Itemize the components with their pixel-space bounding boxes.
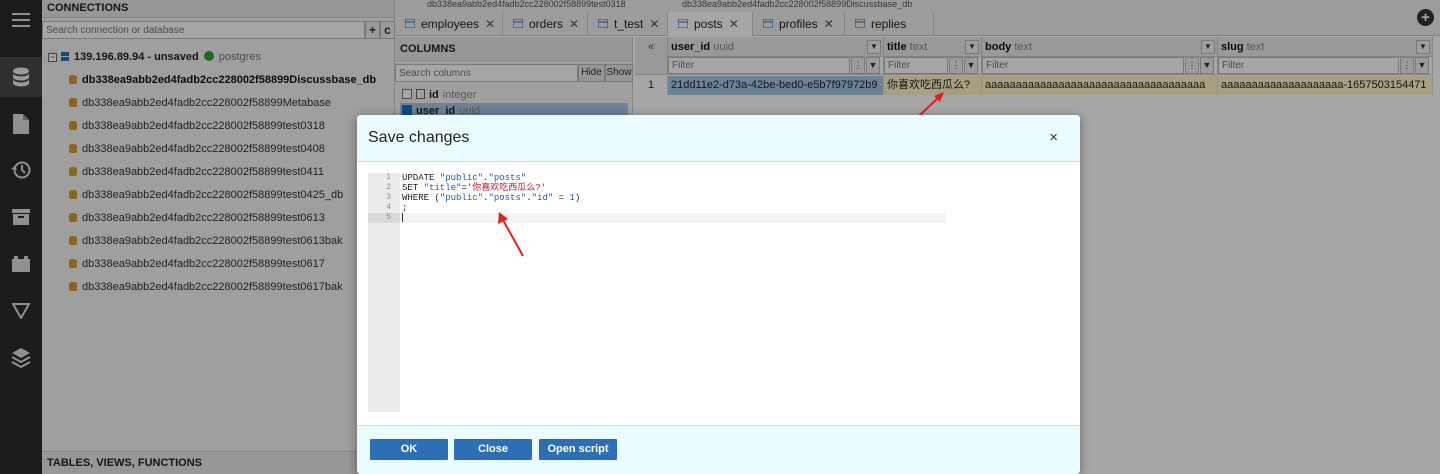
save-changes-dialog: Save changes × 1 2 3 4 5 UPDATE "public"…: [357, 115, 1080, 474]
dialog-footer: OK Close Open script: [357, 425, 1080, 474]
code-line: WHERE ("public"."posts"."id" = 1): [402, 193, 581, 203]
code-line: SET "title"='你喜欢吃西瓜么?': [402, 183, 547, 193]
close-button[interactable]: Close: [454, 439, 532, 460]
close-icon[interactable]: ×: [1049, 129, 1058, 146]
line-number: 5: [368, 213, 400, 223]
sql-editor[interactable]: 1 2 3 4 5 UPDATE "public"."posts" SET "t…: [368, 173, 946, 412]
code-line: UPDATE "public"."posts": [402, 173, 527, 183]
line-number: 2: [386, 183, 391, 192]
code-line-current: [400, 213, 946, 223]
line-number: 1: [386, 173, 391, 182]
sql-code: UPDATE "public"."posts" SET "title"='你喜欢…: [400, 173, 946, 223]
code-line: ;: [402, 203, 408, 213]
annotation-arrow-icon: [498, 212, 524, 257]
ok-button[interactable]: OK: [370, 439, 448, 460]
text-caret: [402, 213, 403, 223]
line-number-gutter: 1 2 3 4 5: [368, 173, 400, 412]
line-number: 4: [386, 203, 391, 212]
line-number: 3: [386, 193, 391, 202]
open-script-button[interactable]: Open script: [539, 439, 617, 460]
dialog-title: Save changes: [368, 129, 470, 146]
dialog-header: Save changes ×: [357, 115, 1080, 162]
